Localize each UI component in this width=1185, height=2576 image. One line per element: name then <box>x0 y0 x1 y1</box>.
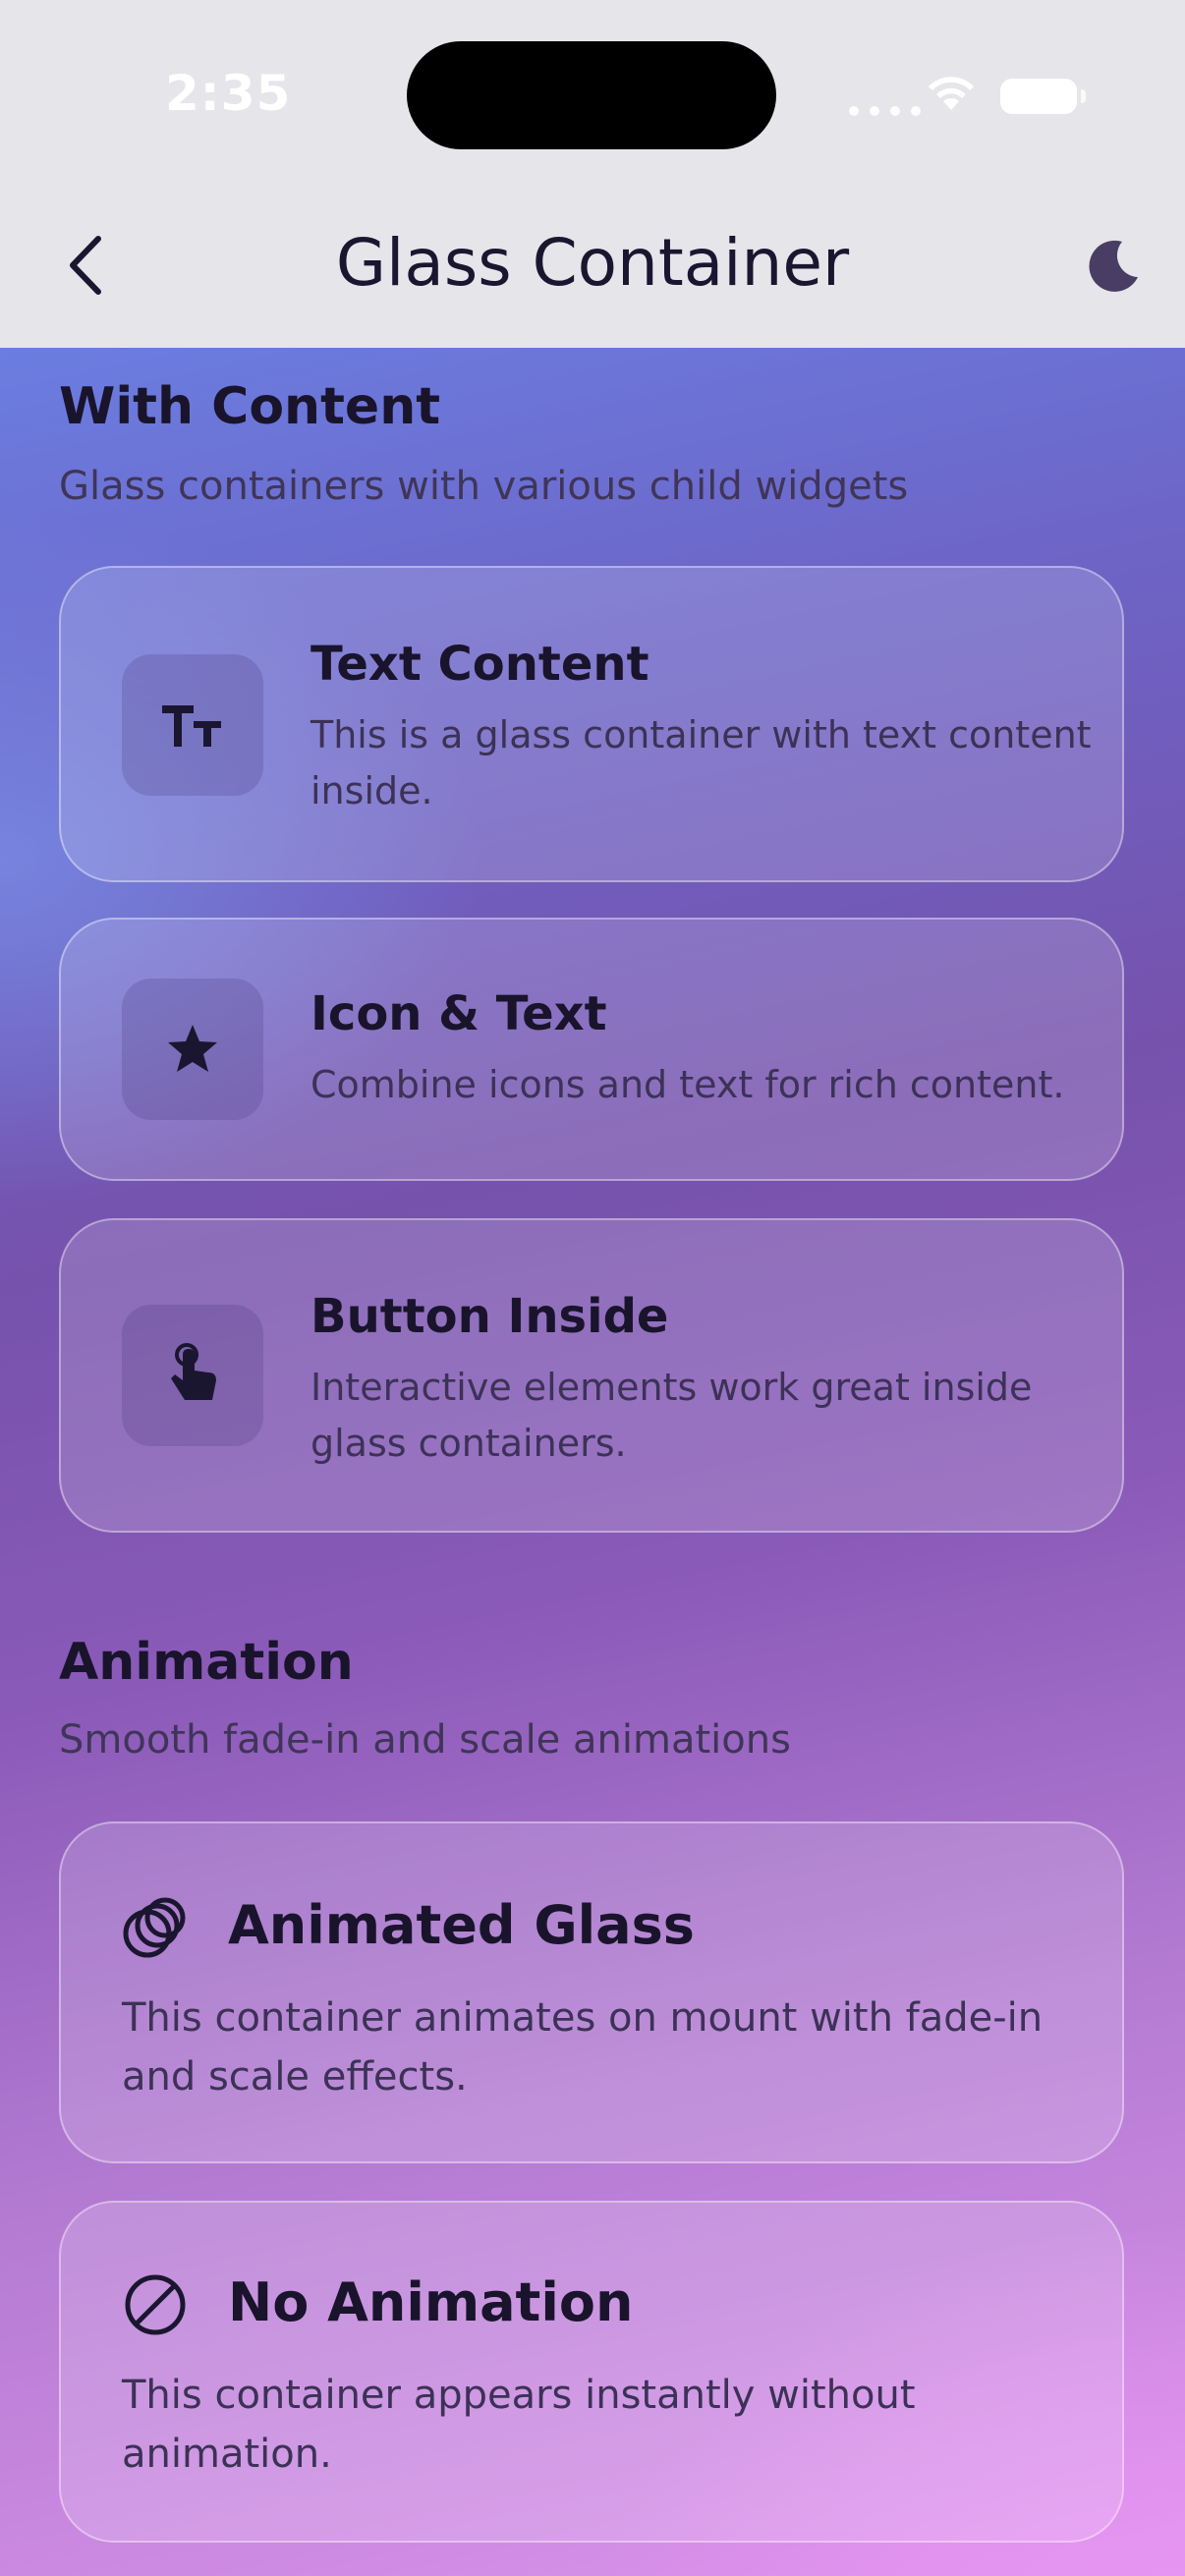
card-description: Interactive elements work great inside g… <box>310 1366 1033 1465</box>
card-title: Icon & Text <box>310 986 607 1041</box>
battery-icon <box>1000 79 1086 114</box>
card-title: No Animation <box>228 2271 634 2333</box>
card-icon-box <box>122 1305 263 1446</box>
dynamic-island <box>407 41 776 149</box>
card-button-inside[interactable]: Button Inside Interactive elements work … <box>59 1218 1124 1533</box>
card-description: Combine icons and text for rich content. <box>310 1063 1065 1106</box>
card-animated-glass[interactable]: Animated Glass This container animates o… <box>59 1821 1124 2163</box>
card-description: This is a glass container with text cont… <box>310 713 1092 812</box>
card-icon-text[interactable]: Icon & Text Combine icons and text for r… <box>59 918 1124 1181</box>
section-title-animation: Animation <box>59 1633 354 1692</box>
wifi-icon <box>929 77 974 110</box>
text-size-icon <box>162 705 221 747</box>
section-title-with-content: With Content <box>59 377 441 436</box>
card-description: This container animates on mount with fa… <box>122 1995 1044 2100</box>
section-subtitle-animation: Smooth fade-in and scale animations <box>59 1717 791 1763</box>
screen: 2:35 Glass Container With Content Glass … <box>0 0 1185 2576</box>
card-no-animation[interactable]: No Animation This container appears inst… <box>59 2201 1124 2543</box>
top-bar: 2:35 Glass Container <box>0 0 1185 348</box>
layers-circles-icon <box>123 1897 186 1958</box>
moon-icon <box>1089 240 1138 292</box>
tap-icon <box>171 1343 216 1400</box>
card-text-content[interactable]: Text Content This is a glass container w… <box>59 566 1124 882</box>
page-title: Glass Container <box>335 225 850 301</box>
card-icon-box <box>122 654 263 796</box>
status-time: 2:35 <box>165 65 292 122</box>
theme-toggle-button[interactable] <box>1079 232 1148 301</box>
card-title: Text Content <box>310 637 649 692</box>
star-icon <box>168 1025 217 1072</box>
card-title: Animated Glass <box>228 1894 695 1956</box>
card-title: Button Inside <box>310 1289 669 1344</box>
section-subtitle-with-content: Glass containers with various child widg… <box>59 464 909 509</box>
card-icon-box <box>122 979 263 1120</box>
block-icon <box>125 2274 186 2335</box>
card-description: This container appears instantly without… <box>122 2373 916 2477</box>
signal-icon <box>849 106 921 116</box>
